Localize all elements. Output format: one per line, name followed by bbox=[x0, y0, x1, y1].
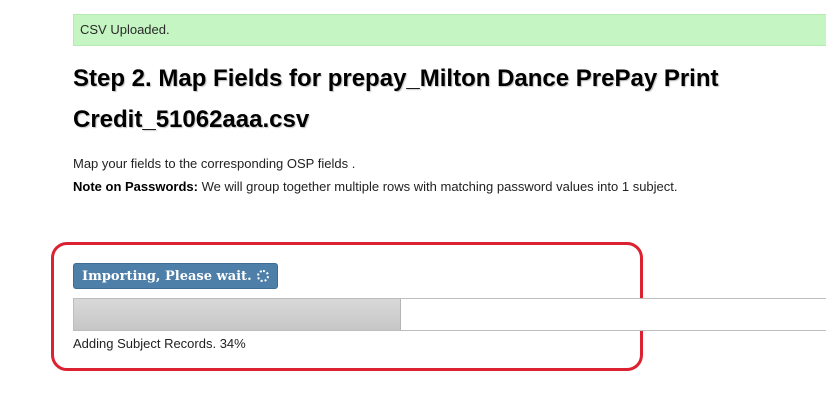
loading-spinner-icon bbox=[256, 270, 269, 282]
password-note-text: We will group together multiple rows wit… bbox=[197, 179, 678, 194]
mapping-description: Map your fields to the corresponding OSP… bbox=[73, 152, 678, 198]
alert-text: CSV Uploaded. bbox=[80, 22, 170, 37]
import-progress-fill bbox=[74, 299, 402, 330]
mapping-instructions: Map your fields to the corresponding OSP… bbox=[73, 156, 356, 171]
upload-success-alert: CSV Uploaded. bbox=[73, 14, 826, 46]
importing-button[interactable]: Importing, Please wait. bbox=[73, 263, 278, 289]
import-progress-bar bbox=[73, 298, 826, 331]
password-note-label: Note on Passwords: bbox=[73, 179, 198, 194]
page-title: Step 2. Map Fields for prepay_Milton Dan… bbox=[73, 65, 719, 133]
password-note: Note on Passwords: We will group togethe… bbox=[73, 175, 678, 198]
importing-button-label: Importing, Please wait. bbox=[82, 268, 252, 284]
import-status-text: Adding Subject Records. 34% bbox=[73, 336, 246, 351]
